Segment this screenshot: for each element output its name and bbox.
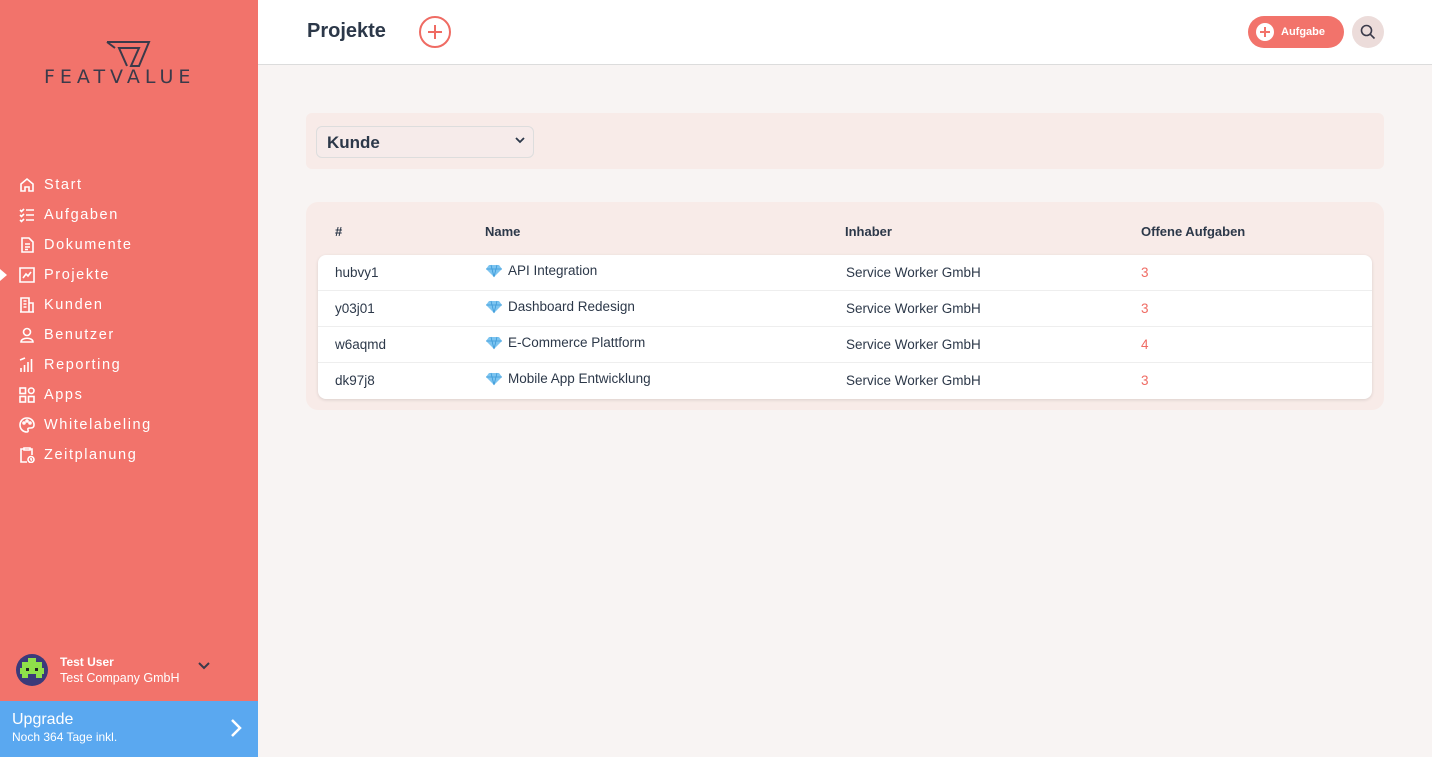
- column-header-owner: Inhaber: [845, 224, 892, 239]
- diamond-icon: [486, 300, 502, 313]
- home-icon: [18, 176, 36, 194]
- sidebar-item-label: Whitelabeling: [44, 417, 152, 433]
- diamond-icon: [486, 336, 502, 349]
- sidebar-item-projekte[interactable]: Projekte: [0, 260, 258, 290]
- table-row[interactable]: y03j01 Dashboard Redesign Service Worker…: [318, 291, 1372, 327]
- table-row[interactable]: hubvy1 API Integration Service Worker Gm…: [318, 255, 1372, 291]
- column-header-open-tasks: Offene Aufgaben: [1141, 224, 1246, 239]
- task-list-icon: [18, 206, 36, 224]
- upgrade-banner[interactable]: Upgrade Noch 364 Tage inkl.: [0, 701, 258, 757]
- add-task-button[interactable]: Aufgabe: [1248, 16, 1344, 48]
- sidebar-item-label: Zeitplanung: [44, 447, 138, 463]
- table-row[interactable]: dk97j8 Mobile App Entwicklung Service Wo…: [318, 363, 1372, 399]
- diamond-icon: [486, 264, 502, 277]
- upgrade-title: Upgrade: [12, 711, 74, 728]
- sidebar-item-label: Reporting: [44, 357, 122, 373]
- cell-owner: Service Worker GmbH: [846, 373, 981, 388]
- page-title: Projekte: [307, 20, 386, 42]
- sidebar-item-label: Kunden: [44, 297, 104, 313]
- sidebar-item-label: Projekte: [44, 267, 110, 283]
- column-header-name: Name: [485, 224, 521, 239]
- chevron-down-icon: [515, 137, 525, 144]
- sidebar-item-label: Start: [44, 177, 83, 193]
- sidebar-item-label: Dokumente: [44, 237, 133, 253]
- chevron-right-icon: [231, 719, 242, 737]
- filter-bar: Kunde: [306, 113, 1384, 169]
- sidebar-nav: Start Aufgaben Dokumente Projekte Kunden…: [0, 170, 258, 470]
- cell-open-tasks: 3: [1141, 265, 1149, 280]
- apps-icon: [18, 386, 36, 404]
- plus-icon: [1256, 23, 1274, 41]
- user-menu[interactable]: Test User Test Company GmbH: [16, 652, 246, 688]
- sidebar-item-benutzer[interactable]: Benutzer: [0, 320, 258, 350]
- cell-id: w6aqmd: [335, 337, 387, 352]
- logo-text: FEATVALUE: [44, 66, 196, 88]
- cell-name[interactable]: Mobile App Entwicklung: [485, 371, 651, 386]
- cell-id: dk97j8: [335, 373, 375, 388]
- cell-name[interactable]: E-Commerce Plattform: [485, 335, 645, 350]
- avatar: [16, 654, 48, 686]
- project-name: API Integration: [508, 263, 598, 278]
- palette-icon: [18, 416, 36, 434]
- project-name: Mobile App Entwicklung: [508, 371, 651, 386]
- cell-owner: Service Worker GmbH: [846, 265, 981, 280]
- sidebar-item-zeitplanung[interactable]: Zeitplanung: [0, 440, 258, 470]
- cell-owner: Service Worker GmbH: [846, 301, 981, 316]
- project-name: E-Commerce Plattform: [508, 335, 646, 350]
- top-header: Projekte Aufgabe: [258, 0, 1432, 65]
- project-name: Dashboard Redesign: [508, 299, 635, 314]
- table-header: # Name Inhaber Offene Aufgaben: [306, 222, 1384, 242]
- chart-icon: [18, 266, 36, 284]
- sidebar-item-label: Aufgaben: [44, 207, 119, 223]
- customer-filter-select[interactable]: Kunde: [316, 126, 534, 158]
- sidebar-item-reporting[interactable]: Reporting: [0, 350, 258, 380]
- sidebar-item-aufgaben[interactable]: Aufgaben: [0, 200, 258, 230]
- document-icon: [18, 236, 36, 254]
- search-button[interactable]: [1352, 16, 1384, 48]
- cell-owner: Service Worker GmbH: [846, 337, 981, 352]
- sidebar-item-label: Apps: [44, 387, 84, 403]
- sidebar-item-whitelabeling[interactable]: Whitelabeling: [0, 410, 258, 440]
- sidebar: FEATVALUE Start Aufgaben Dokumente Proje…: [0, 0, 258, 757]
- diamond-icon: [486, 372, 502, 385]
- projects-table: # Name Inhaber Offene Aufgaben hubvy1 AP…: [306, 202, 1384, 410]
- sidebar-item-apps[interactable]: Apps: [0, 380, 258, 410]
- chevron-down-icon[interactable]: [198, 662, 210, 670]
- search-icon: [1360, 24, 1376, 40]
- add-project-button[interactable]: [419, 16, 451, 48]
- sidebar-item-dokumente[interactable]: Dokumente: [0, 230, 258, 260]
- upgrade-subtitle: Noch 364 Tage inkl.: [12, 730, 118, 744]
- cell-open-tasks: 3: [1141, 301, 1149, 316]
- column-header-id: #: [335, 224, 343, 239]
- building-icon: [18, 296, 36, 314]
- sidebar-item-label: Benutzer: [44, 327, 115, 343]
- sidebar-item-start[interactable]: Start: [0, 170, 258, 200]
- select-value: Kunde: [327, 133, 380, 152]
- table-body: hubvy1 API Integration Service Worker Gm…: [318, 255, 1372, 399]
- cell-open-tasks: 3: [1141, 373, 1149, 388]
- cell-open-tasks: 4: [1141, 337, 1149, 352]
- cell-name[interactable]: API Integration: [485, 263, 597, 278]
- user-icon: [18, 326, 36, 344]
- logo[interactable]: FEATVALUE: [40, 40, 220, 90]
- sidebar-item-kunden[interactable]: Kunden: [0, 290, 258, 320]
- table-row[interactable]: w6aqmd E-Commerce Plattform Service Work…: [318, 327, 1372, 363]
- cell-id: y03j01: [335, 301, 375, 316]
- bar-chart-icon: [18, 356, 36, 374]
- cell-name[interactable]: Dashboard Redesign: [485, 299, 635, 314]
- clipboard-clock-icon: [18, 446, 36, 464]
- user-company: Test Company GmbH: [60, 671, 180, 685]
- add-task-label: Aufgabe: [1281, 26, 1325, 38]
- cell-id: hubvy1: [335, 265, 379, 280]
- user-name: Test User: [60, 655, 114, 669]
